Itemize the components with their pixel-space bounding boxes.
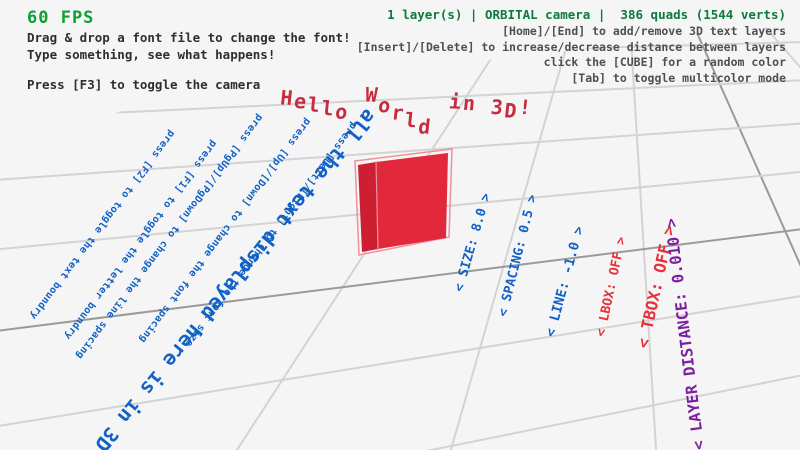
wave-char: !	[518, 95, 535, 119]
camera-toggle-hint: Press [F3] to toggle the camera	[27, 77, 260, 93]
wave-char: n	[462, 91, 479, 115]
layers-hint: [Home]/[End] to add/remove 3D text layer…	[357, 24, 786, 40]
right-help-block: [Home]/[End] to add/remove 3D text layer…	[357, 24, 786, 86]
cube-click-hint: click the [CUBE] for a random color	[357, 55, 786, 71]
raylib-3d-text-demo-window: press [F2] to toggle the text boundry pr…	[0, 0, 800, 450]
wave-char: o	[334, 100, 351, 124]
wave-char: d	[417, 114, 434, 138]
type-hint: Type something, see what happens!	[27, 47, 275, 63]
fps-counter: 60 FPS	[27, 8, 94, 29]
distance-hint: [Insert]/[Delete] to increase/decrease d…	[357, 40, 786, 56]
multicolor-hint: [Tab] to toggle multicolor mode	[357, 71, 786, 87]
wave-char: D	[503, 98, 520, 122]
cube-front-face	[376, 153, 448, 249]
status-line: 1 layer(s) | ORBITAL camera | 386 quads …	[387, 7, 786, 23]
cube-left-face	[358, 162, 378, 252]
drag-drop-hint: Drag & drop a font file to change the fo…	[27, 30, 351, 46]
